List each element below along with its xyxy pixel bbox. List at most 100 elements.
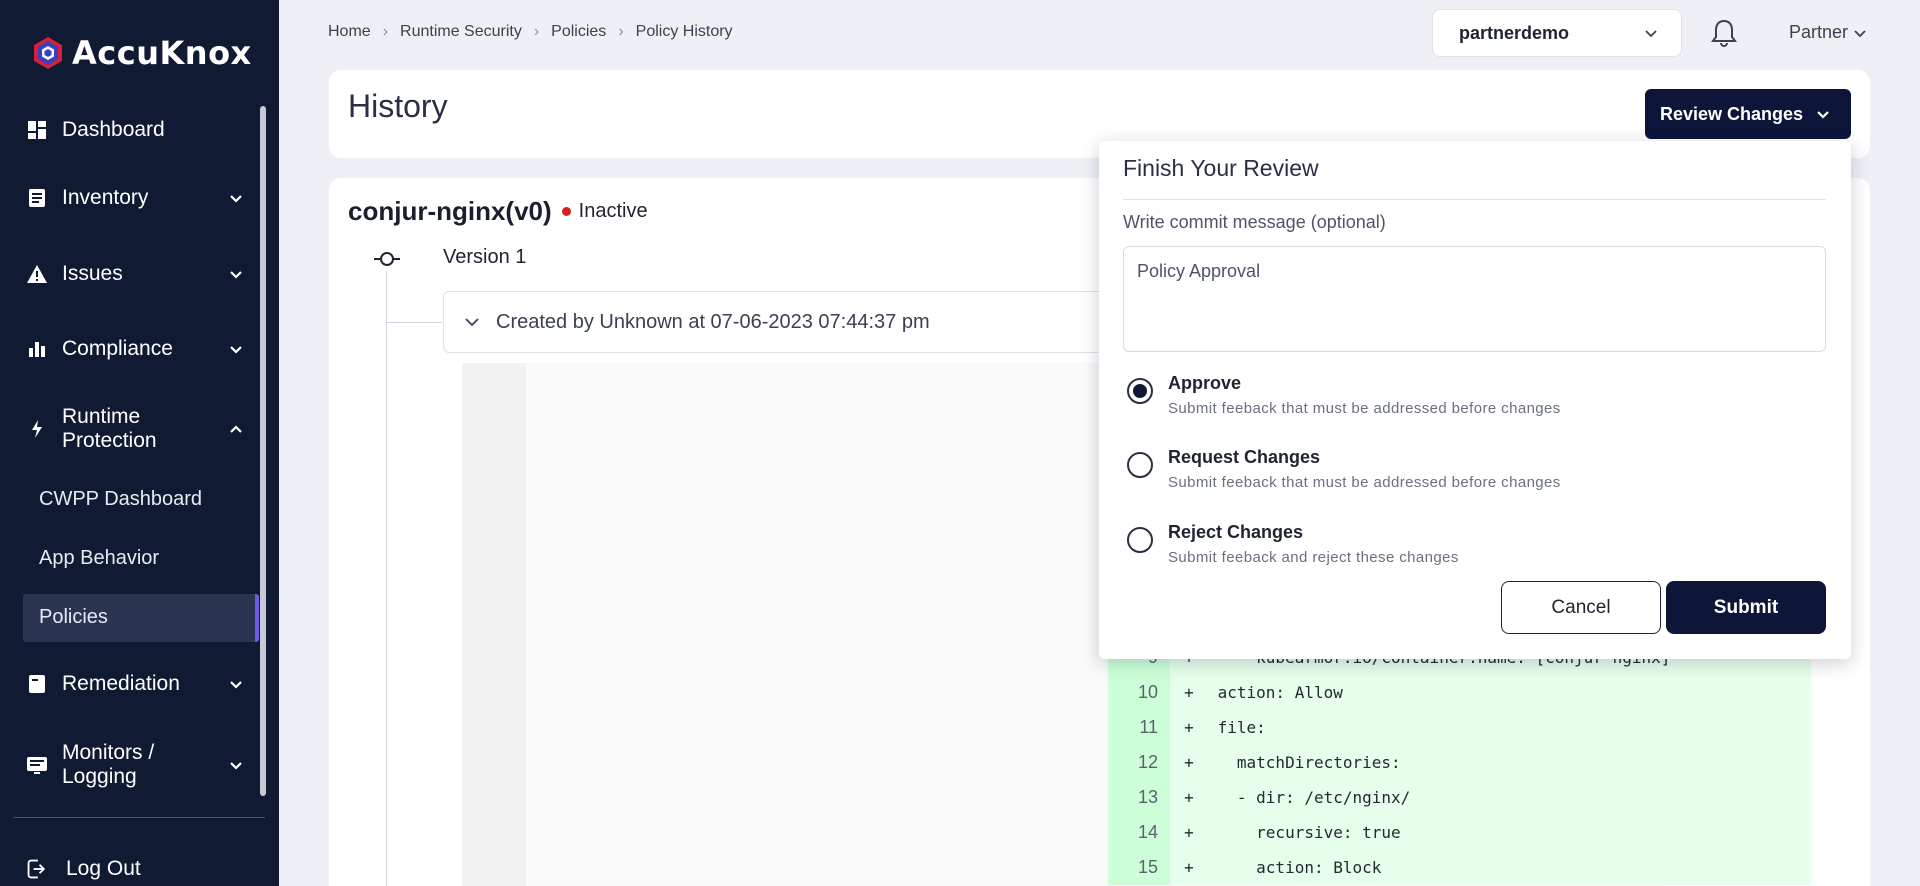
chevron-down-icon [1645,30,1657,38]
logout-icon [26,858,48,880]
status-dot [561,207,571,216]
lightning-icon [26,418,48,440]
chevron-down-icon [230,681,242,689]
chevron-down-icon [1817,111,1829,119]
review-title: Finish Your Review [1123,155,1319,181]
sidebar-subitem-app-behavior[interactable]: App Behavior [39,547,159,570]
submit-button[interactable]: Submit [1666,581,1826,634]
sidebar-item-runtime-protection[interactable]: Runtime Protection [26,405,246,453]
breadcrumb-policies[interactable]: Policies [551,23,606,41]
tenant-select[interactable]: partnerdemo [1432,9,1682,57]
user-name: Partner [1789,22,1849,42]
policy-name: conjur-nginx(v0) [348,196,552,226]
diff-line: 13 + - dir: /etc/nginx/ [1108,780,1811,815]
cancel-button[interactable]: Cancel [1501,581,1661,634]
tenant-value: partnerdemo [1459,22,1570,43]
radio-description: Submit feeback that must be addressed be… [1168,400,1561,417]
diff-code: action: Allow [1208,683,1343,702]
radio-reject-changes[interactable] [1127,527,1153,553]
sidebar-item-label: Dashboard [62,118,165,141]
sidebar-item-label: Inventory [62,186,149,209]
commit-message-label: Write commit message (optional) [1123,212,1386,232]
policy-title: conjur-nginx(v0) Inactive [348,196,648,227]
chevron-down-icon [1854,29,1866,37]
sidebar-item-issues[interactable]: Issues [26,262,246,286]
diff-sign: + [1184,718,1194,737]
radio-approve[interactable] [1127,378,1153,404]
monitor-icon [26,754,48,776]
diff-line: 14 + recursive: true [1108,815,1811,850]
sidebar-item-label: Issues [62,262,123,285]
breadcrumb-policy-history: Policy History [635,23,733,40]
sidebar-divider [14,817,265,818]
line-number: 12 [1108,745,1170,780]
review-divider [1123,199,1826,200]
line-number: 13 [1108,780,1170,815]
chevron-up-icon [230,425,242,433]
line-number: 15 [1108,850,1170,885]
sidebar: AccuKnox Dashboard Inventory Issues Comp… [0,0,279,886]
commit-icon [374,252,400,266]
breadcrumb-separator-icon: › [618,23,624,40]
chevron-down-icon [230,271,242,279]
brand-logo[interactable]: AccuKnox [30,34,252,72]
bell-icon[interactable] [1710,18,1738,48]
brand-name: AccuKnox [72,34,252,72]
page-title: History [348,88,448,124]
remediation-icon [26,673,48,695]
diff-sign: + [1184,858,1194,877]
diff-sign: + [1184,753,1194,772]
breadcrumb-separator-icon: › [382,23,389,40]
bar-chart-icon [26,338,48,360]
commit-message-input[interactable] [1123,246,1826,352]
review-option-approve[interactable]: Approve Submit feeback that must be addr… [1127,373,1561,417]
timeline-branch [386,322,442,323]
sidebar-item-dashboard[interactable]: Dashboard [26,118,246,142]
sidebar-item-remediation[interactable]: Remediation [26,672,246,696]
sidebar-item-compliance[interactable]: Compliance [26,337,246,361]
review-changes-button[interactable]: Review Changes [1645,89,1851,139]
diff-line: 10 + action: Allow [1108,675,1811,710]
sidebar-scrollbar[interactable] [260,106,266,796]
chevron-down-icon [230,762,242,770]
radio-request-changes[interactable] [1127,452,1153,478]
radio-title: Approve [1168,373,1242,393]
diff-gutter [462,363,526,886]
chevron-down-icon [230,195,242,203]
line-number: 14 [1108,815,1170,850]
sidebar-item-label: Compliance [62,337,173,360]
inventory-icon [26,187,48,209]
chevron-down-icon [230,346,242,354]
review-option-reject-changes[interactable]: Reject Changes Submit feeback and reject… [1127,522,1459,566]
diff-sign: + [1184,683,1194,702]
review-changes-label: Review Changes [1660,103,1804,124]
sidebar-item-inventory[interactable]: Inventory [26,186,246,210]
breadcrumb-runtime-security[interactable]: Runtime Security [400,23,522,41]
diff-code: - dir: /etc/nginx/ [1208,788,1411,807]
sidebar-item-monitors-logging[interactable]: Monitors / Logging [26,741,246,789]
review-popover: Finish Your Review Write commit message … [1099,141,1851,659]
diff-line: 12 + matchDirectories: [1108,745,1811,780]
review-option-request-changes[interactable]: Request Changes Submit feeback that must… [1127,447,1561,491]
sidebar-item-label: Remediation [62,672,180,695]
radio-title: Reject Changes [1168,522,1304,542]
warning-icon [26,263,48,285]
diff-line: 11 + file: [1108,710,1811,745]
status-badge: Inactive [578,200,648,222]
line-number: 10 [1108,675,1170,710]
breadcrumb-home[interactable]: Home [328,23,371,41]
user-menu[interactable]: Partner [1789,22,1868,43]
sidebar-item-label: Runtime Protection [62,405,157,452]
diff-code: action: Block [1208,858,1382,877]
sidebar-item-label: Monitors / Logging [62,741,155,788]
logout-button[interactable]: Log Out [26,857,246,881]
diff-sign: + [1184,823,1194,842]
line-number: 11 [1108,710,1170,745]
accuknox-logo-icon [34,37,62,69]
version-label: Version 1 [443,246,527,268]
sidebar-subitem-cwpp-dashboard[interactable]: CWPP Dashboard [39,488,202,511]
radio-title: Request Changes [1168,447,1321,467]
dashboard-icon [26,119,48,141]
diff-code: file: [1208,718,1266,737]
sidebar-subitem-policies[interactable]: Policies [39,606,108,629]
